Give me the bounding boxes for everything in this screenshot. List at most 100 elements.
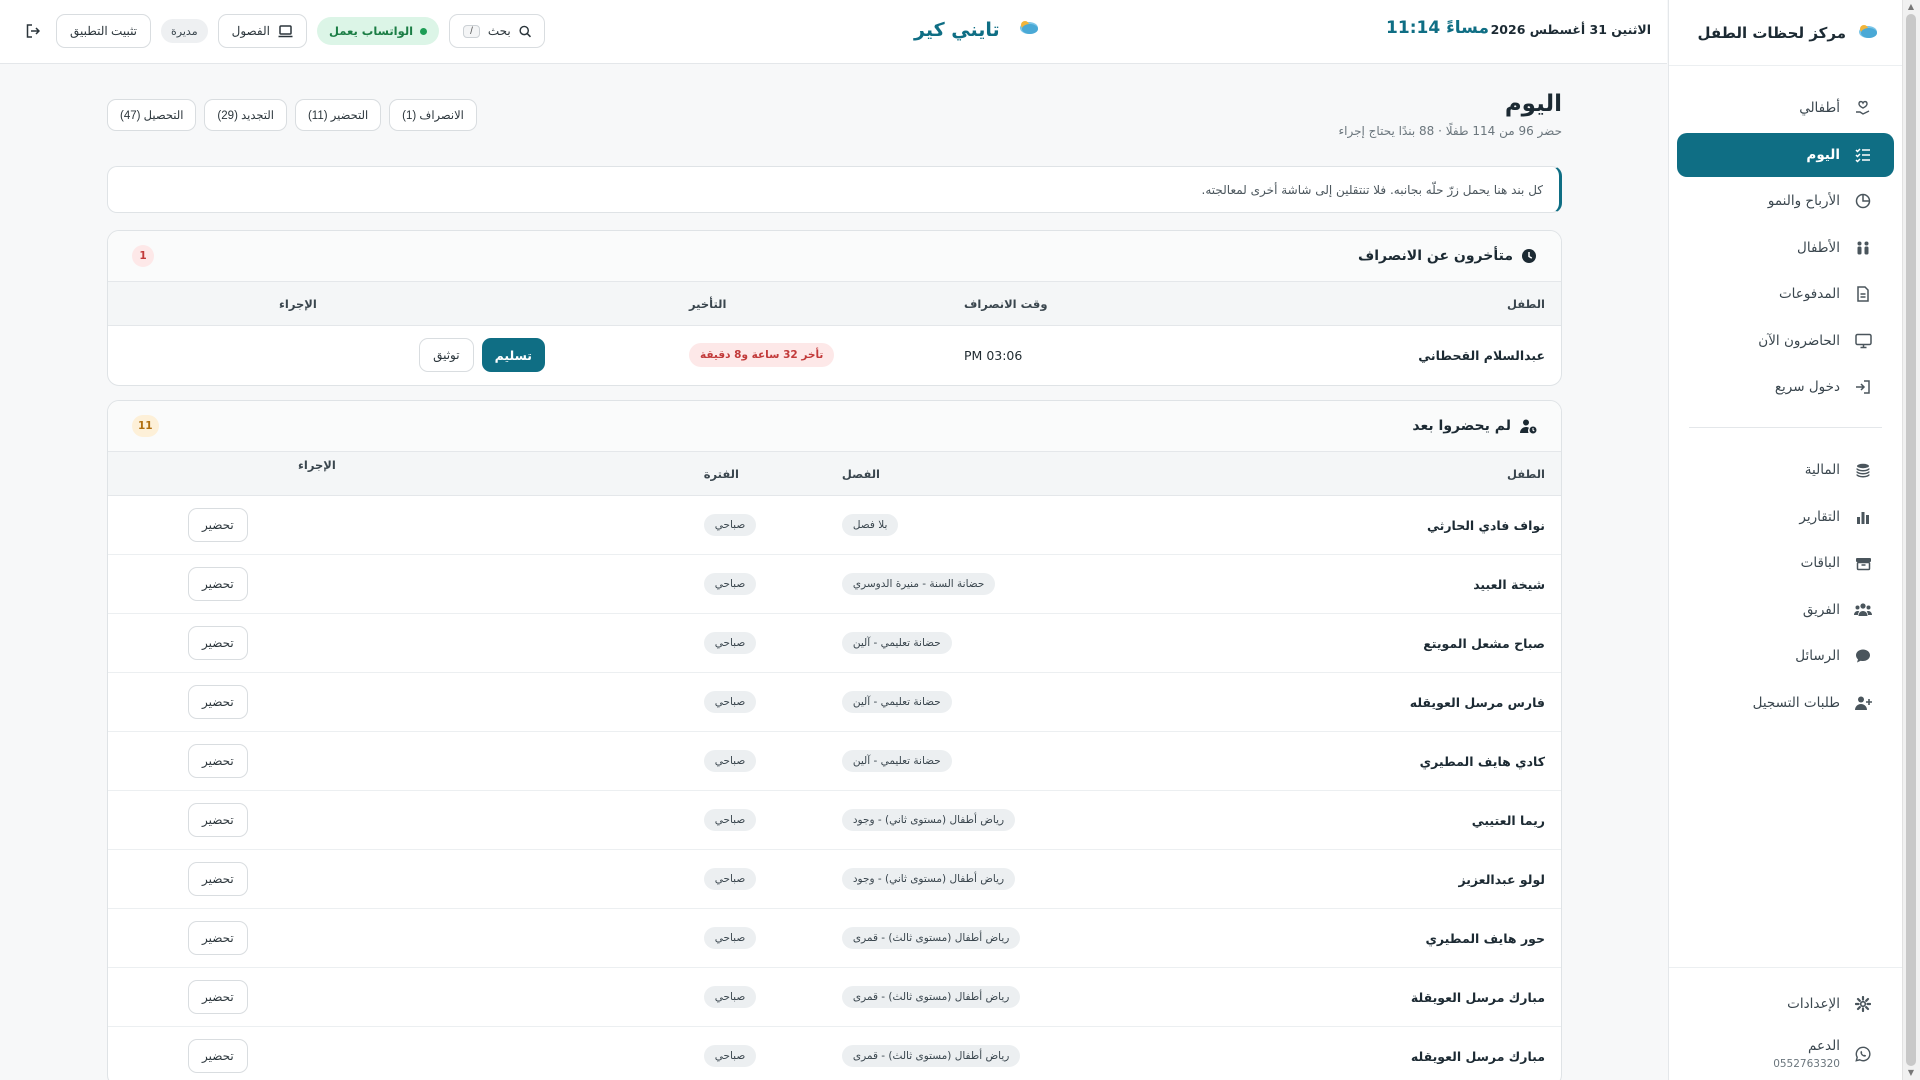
sidebar-item-quick-entry[interactable]: دخول سريع — [1677, 365, 1894, 409]
period-pill: صباحي — [703, 750, 757, 772]
mark-present-button[interactable]: تحضير — [188, 685, 248, 719]
sidebar-item-label: الأرباح والنمو — [1767, 193, 1840, 209]
sidebar-item-settings[interactable]: الإعدادات — [1677, 982, 1894, 1026]
sidebar-item-team[interactable]: الفريق — [1677, 588, 1894, 632]
logout-icon — [26, 24, 40, 38]
scroll-thumb[interactable] — [1906, 14, 1916, 1066]
action-cell: تحضير — [108, 908, 264, 968]
mark-present-button[interactable]: تحضير — [188, 626, 248, 660]
table-row: عبدالسلام القحطاني 03:06 PM تأخر 32 ساعة… — [108, 326, 1561, 385]
class-cell: رياض أطفال (مستوى ثالث) - قمرى — [825, 967, 1210, 1027]
child-name: عبدالسلام القحطاني — [1418, 347, 1545, 363]
period-cell: صباحي — [263, 554, 826, 614]
class-pill: حضانة تعليمي - آلين — [841, 691, 952, 713]
child-name: شيخة العبيد — [1209, 554, 1561, 614]
period-cell: صباحي — [263, 967, 826, 1027]
not-arrived-card: لم يحضروا بعد 11 الطفل الفصل الفترة نواف… — [107, 400, 1562, 1080]
scroll-down-arrow[interactable]: ▼ — [1906, 1068, 1916, 1078]
sidebar-item-messages[interactable]: الرسائل — [1677, 634, 1894, 678]
period-cell: صباحي — [263, 908, 826, 968]
action-cell: تحضير — [108, 613, 264, 673]
page-scrollbar[interactable]: ▲ ▼ — [1902, 0, 1920, 1080]
hand-heart-icon — [1854, 99, 1872, 117]
table-row: كادي هايف المطيري حضانة تعليمي - آلين صباح… — [108, 731, 1561, 791]
sidebar-item-label: الرسائل — [1795, 648, 1840, 664]
table-row: نواف فادي الحارثي بلا فصل صباحي تحضير — [108, 495, 1561, 555]
class-pill: حضانة تعليمي - آلين — [841, 632, 952, 654]
clock-icon — [1522, 249, 1536, 263]
classes-button[interactable]: الفصول — [217, 14, 307, 48]
class-cell: حضانة السنة - منيرة الدوسري — [825, 554, 1210, 614]
class-pill: رياض أطفال (مستوى ثالث) - قمرى — [841, 986, 1021, 1008]
class-pill: بلا فصل — [841, 514, 899, 536]
scroll-up-arrow[interactable]: ▲ — [1906, 2, 1916, 12]
logout-button[interactable] — [20, 14, 46, 48]
sidebar-item-children[interactable]: الأطفال — [1677, 226, 1894, 270]
chip-collection[interactable]: التحصيل (47) — [107, 99, 197, 131]
sidebar-item-registration-requests[interactable]: طلبات التسجيل — [1677, 681, 1894, 725]
card-header: متأخرون عن الانصراف 1 — [108, 231, 1561, 281]
sidebar-item-present-now[interactable]: الحاضرون الآن — [1677, 319, 1894, 363]
class-cell: رياض أطفال (مستوى ثالث) - قمرى — [825, 1026, 1210, 1080]
card-title-text: متأخرون عن الانصراف — [1357, 248, 1513, 264]
class-pill: رياض أطفال (مستوى ثالث) - قمرى — [841, 927, 1021, 949]
install-app-button[interactable]: تثبيت التطبيق — [56, 14, 152, 48]
sidebar-item-payments[interactable]: المدفوعات — [1677, 272, 1894, 316]
pickup-time: 03:06 PM — [964, 347, 1023, 363]
handover-button[interactable]: تسليم — [481, 338, 545, 373]
period-pill: صباحي — [703, 632, 757, 654]
mark-present-button[interactable]: تحضير — [188, 862, 248, 896]
receipt-icon — [1854, 285, 1872, 303]
count-badge: 1 — [132, 245, 154, 267]
topbar: الاثنين 31 أغسطس 2026 مساءً 11:14 تايني … — [0, 0, 1667, 64]
sidebar-item-label: التقارير — [1799, 508, 1840, 525]
mark-present-button[interactable]: تحضير — [188, 744, 248, 778]
brand: مركز لحظات الطفل — [1669, 0, 1902, 66]
action-cell: تحضير — [108, 790, 264, 850]
col-delay: التأخير — [673, 281, 948, 326]
sidebar-item-reports[interactable]: التقارير — [1677, 495, 1894, 539]
col-class: الفصل — [825, 451, 1210, 496]
class-cell: حضانة تعليمي - آلين — [825, 731, 1210, 791]
mark-present-button[interactable]: تحضير — [188, 567, 248, 601]
sidebar-item-label: دخول سريع — [1774, 379, 1840, 395]
class-pill: حضانة السنة - منيرة الدوسري — [841, 573, 996, 595]
support-phone: 0552763320 — [1773, 1058, 1840, 1070]
table-row: شيخة العبيد حضانة السنة - منيرة الدوسري صب… — [108, 554, 1561, 614]
period-pill: صباحي — [703, 1045, 757, 1067]
action-cell: تسليم توثيق — [263, 326, 673, 385]
period-pill: صباحي — [703, 868, 757, 890]
mark-present-button[interactable]: تحضير — [188, 980, 248, 1014]
action-cell: تحضير — [108, 967, 264, 1027]
mark-present-button[interactable]: تحضير — [188, 921, 248, 955]
chip-attendance[interactable]: التحضير (11) — [294, 99, 382, 131]
col-child: الطفل — [1186, 281, 1561, 326]
laptop-icon — [278, 24, 293, 37]
col-action — [108, 451, 264, 496]
chip-dismissal[interactable]: الانصراف (1) — [389, 99, 477, 131]
document-button[interactable]: توثيق — [419, 338, 474, 373]
late-pickup-card: متأخرون عن الانصراف 1 الطفل وقت الانصراف… — [107, 230, 1562, 386]
sidebar-item-profits[interactable]: الأرباح والنمو — [1677, 179, 1894, 223]
period-pill: صباحي — [703, 573, 757, 595]
search-button[interactable]: بحث / — [449, 14, 546, 48]
table-row: صباح مشعل المويتع حضانة تعليمي - آلين صباح… — [108, 613, 1561, 673]
support-link[interactable]: الدعم 0552763320 — [1677, 1028, 1894, 1070]
class-pill: حضانة تعليمي - آلين — [841, 750, 952, 772]
mark-present-button[interactable]: تحضير — [188, 508, 248, 542]
chip-renewal[interactable]: التجديد (29) — [204, 99, 287, 131]
app-logo-icon — [1016, 18, 1040, 41]
sidebar-item-packages[interactable]: الباقات — [1677, 541, 1894, 585]
sidebar-item-my-children[interactable]: أطفالي — [1677, 86, 1894, 130]
mark-present-button[interactable]: تحضير — [188, 803, 248, 837]
sidebar-item-today[interactable]: اليوم — [1677, 132, 1894, 177]
col-pickup-time: وقت الانصراف — [948, 281, 1186, 326]
absent-table-body: نواف فادي الحارثي بلا فصل صباحي تحضير شيخة ا… — [108, 495, 1561, 1080]
bar-chart-icon — [1854, 508, 1872, 526]
sidebar-item-label: الباقات — [1800, 555, 1840, 571]
delay-cell: تأخر 32 ساعة و8 دقيقة — [673, 326, 948, 385]
class-cell: رياض أطفال (مستوى ثاني) - وجود — [825, 790, 1210, 850]
mark-present-button[interactable]: تحضير — [188, 1039, 248, 1073]
support-label: الدعم — [1808, 1038, 1840, 1054]
sidebar-item-finance[interactable]: المالية — [1677, 448, 1894, 492]
